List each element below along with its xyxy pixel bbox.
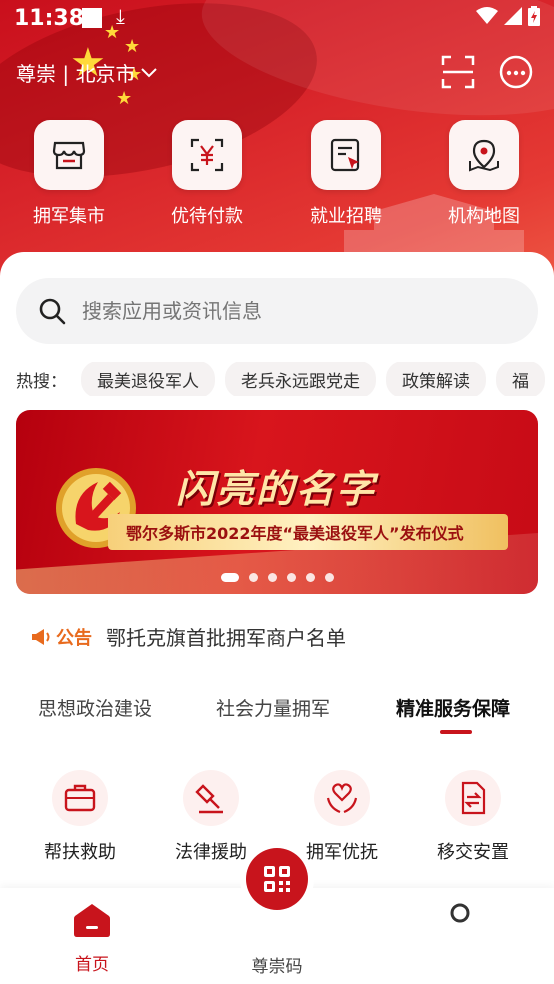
qr-code-icon — [264, 866, 290, 892]
job-document-icon — [330, 138, 360, 172]
banner-subtitle: 鄂尔多斯市2022年度“最美退役军人”发布仪式 — [126, 524, 464, 543]
honor-code-button[interactable] — [246, 848, 308, 910]
quick-action-payment[interactable]: 优待付款 — [147, 120, 267, 228]
announcement-bar[interactable]: 公告 鄂托克旗首批拥军商户名单 — [30, 622, 346, 651]
nav-home[interactable]: 首页 — [32, 902, 152, 975]
briefcase-icon — [64, 784, 96, 812]
pagination-dot[interactable] — [286, 573, 296, 582]
battery-icon — [528, 6, 540, 26]
search-icon — [39, 298, 66, 325]
transfer-document-icon — [461, 781, 486, 815]
chevron-down-icon — [141, 67, 158, 77]
announcement-tag: 公告 — [56, 627, 92, 649]
home-icon — [74, 904, 110, 937]
hot-search-chip[interactable]: 老兵永远跟党走 — [225, 362, 376, 396]
quick-action-map[interactable]: 机构地图 — [424, 120, 544, 228]
pagination-dot-active[interactable] — [220, 573, 239, 582]
pagination-dot[interactable] — [267, 573, 277, 582]
search-input[interactable] — [80, 298, 484, 324]
service-label: 移交安置 — [437, 842, 509, 863]
quick-action-label: 拥军集市 — [33, 206, 105, 227]
nav-profile[interactable] — [400, 902, 520, 928]
gavel-icon — [195, 784, 223, 814]
tab-active-indicator — [440, 730, 472, 734]
service-icon-circle — [183, 770, 239, 826]
status-time: 11:38 — [14, 6, 85, 31]
service-icon-circle — [314, 770, 370, 826]
heart-hands-icon — [326, 783, 358, 814]
storefront-icon — [52, 141, 86, 170]
service-military-support[interactable]: 拥军优抚 — [282, 770, 402, 864]
pagination-dot[interactable] — [248, 573, 258, 582]
hot-search-chip[interactable]: 福 — [496, 362, 545, 396]
status-bar: 11:38 ⤓ — [0, 0, 554, 40]
pagination-dot[interactable] — [324, 573, 334, 582]
search-bar[interactable] — [16, 278, 538, 344]
quick-action-tile — [34, 120, 104, 190]
location-text: 尊崇 | 北京市 — [16, 62, 136, 86]
service-icon-circle — [445, 770, 501, 826]
honor-code-label: 尊崇码 — [251, 957, 303, 977]
hot-search: 热搜： 最美退役军人 老兵永远跟党走 政策解读 福 — [16, 362, 554, 396]
tab-precise-service[interactable]: 精准服务保障 — [396, 694, 510, 721]
service-icon-circle — [52, 770, 108, 826]
profile-circle-icon — [450, 903, 470, 923]
tab-ideology[interactable]: 思想政治建设 — [38, 694, 152, 721]
tab-social-support[interactable]: 社会力量拥军 — [216, 694, 330, 721]
hot-search-chip[interactable]: 最美退役军人 — [81, 362, 215, 396]
signal-icon — [504, 7, 522, 25]
quick-action-jobs[interactable]: 就业招聘 — [286, 120, 406, 228]
quick-action-tile — [449, 120, 519, 190]
quick-actions: 拥军集市 优待付款 就业招聘 机构地图 — [0, 120, 554, 230]
quick-action-label: 机构地图 — [448, 206, 520, 227]
hot-search-chip[interactable]: 政策解读 — [386, 362, 486, 396]
download-icon: ⤓ — [116, 4, 125, 28]
pagination-dot[interactable] — [305, 573, 315, 582]
scan-icon[interactable] — [440, 54, 476, 90]
quick-action-tile — [311, 120, 381, 190]
hot-search-label: 热搜： — [16, 371, 67, 392]
promo-banner[interactable]: 闪亮的名字 鄂尔多斯市2022年度“最美退役军人”发布仪式 — [16, 410, 538, 594]
quick-action-tile — [172, 120, 242, 190]
service-transfer[interactable]: 移交安置 — [413, 770, 533, 864]
service-label: 帮扶救助 — [44, 842, 116, 863]
status-icons — [476, 6, 540, 26]
service-assistance[interactable]: 帮扶救助 — [20, 770, 140, 864]
yuan-scan-icon — [190, 138, 224, 172]
map-pin-icon — [469, 139, 499, 172]
banner-pagination — [16, 573, 538, 582]
quick-action-label: 就业招聘 — [310, 206, 382, 227]
quick-action-label: 优待付款 — [171, 206, 243, 227]
service-legal-aid[interactable]: 法律援助 — [151, 770, 271, 864]
message-icon[interactable] — [498, 54, 534, 90]
announcement-text: 鄂托克旗首批拥军商户名单 — [106, 626, 346, 650]
wifi-icon — [476, 7, 498, 24]
banner-title: 闪亮的名字 — [176, 467, 377, 511]
nav-home-label: 首页 — [75, 955, 109, 975]
notification-square-icon — [82, 8, 102, 28]
megaphone-icon — [32, 628, 50, 645]
location-selector[interactable]: 尊崇 | 北京市 — [16, 58, 158, 87]
quick-action-market[interactable]: 拥军集市 — [9, 120, 129, 228]
star-icon: ★ — [116, 88, 133, 109]
